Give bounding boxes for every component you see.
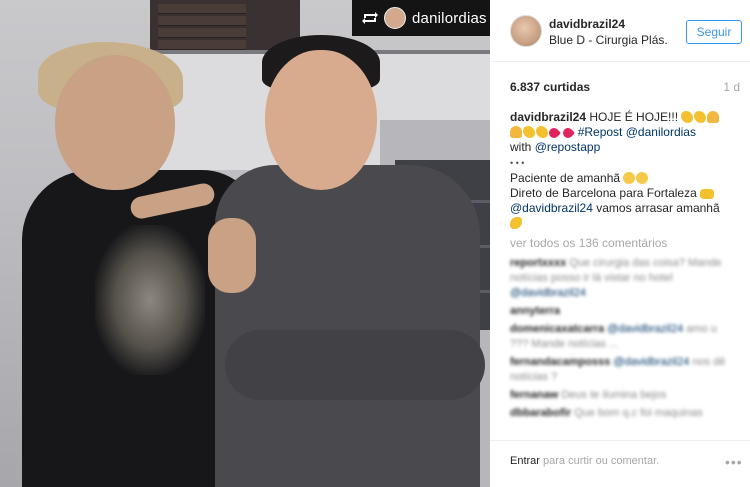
- login-link[interactable]: Entrar: [510, 455, 540, 467]
- mention-danilordias[interactable]: @danilordias: [626, 125, 696, 139]
- post-sidebar: davidbrazil24 Blue D - Cirurgia Plás... …: [490, 0, 750, 487]
- book: [158, 28, 246, 38]
- book: [158, 40, 246, 50]
- more-options-icon[interactable]: •••: [725, 455, 742, 469]
- hashtag-repost[interactable]: #Repost: [578, 125, 623, 139]
- comment-user[interactable]: reportxxxx: [510, 257, 566, 269]
- post-username[interactable]: davidbrazil24: [549, 17, 625, 31]
- book: [158, 16, 246, 26]
- scream-emoji-icon: [623, 172, 636, 184]
- comment-item: dbbarabofir Que bom q.c foi maquinas: [510, 406, 738, 421]
- caption-text: HOJE É HOJE!!!: [589, 110, 679, 124]
- view-all-comments-link[interactable]: ver todos os 136 comentários: [510, 236, 667, 250]
- repost-avatar: [384, 7, 406, 29]
- comment-item: fernanaw Deus te ilumina bejos: [510, 388, 738, 403]
- follow-button[interactable]: Seguir: [686, 20, 742, 44]
- repost-username: danilordias: [412, 9, 487, 27]
- caption-line-4: vamos arrasar amanhã: [596, 201, 720, 215]
- pray-emoji-icon: [707, 111, 720, 123]
- person-right-face: [265, 50, 377, 190]
- likes-row: 6.837 curtidas 1 d: [510, 80, 740, 96]
- clap-emoji-icon: [681, 111, 694, 123]
- comment-user[interactable]: dbbarabofir: [510, 407, 571, 419]
- with-text: with: [510, 140, 532, 154]
- comment-user[interactable]: fernanaw: [510, 389, 558, 401]
- book: [158, 4, 246, 14]
- post-footer: Entrar para curtir ou comentar. •••: [490, 440, 750, 487]
- clap-emoji-icon: [694, 111, 707, 123]
- pray-emoji-icon: [510, 126, 522, 138]
- hand-on-shoulder: [208, 218, 256, 293]
- clap-emoji-icon: [523, 126, 535, 138]
- comment-item: reportxxxx Que cirurgia das coisa? Mande…: [510, 256, 738, 301]
- comment-mention[interactable]: @davidbrazil24: [613, 356, 689, 368]
- caption-username[interactable]: davidbrazil24: [510, 110, 586, 124]
- likes-count[interactable]: 6.837 curtidas: [510, 80, 590, 94]
- comment-user[interactable]: domenicaxatcarra: [510, 323, 604, 335]
- comment-user[interactable]: fernandacamposss: [510, 356, 610, 368]
- caption-line-3: Direto de Barcelona para Fortaleza: [510, 186, 697, 200]
- repost-badge: danilordias: [352, 0, 490, 36]
- comment-item: annyterra: [510, 304, 738, 319]
- comments-list: reportxxxx Que cirurgia das coisa? Mande…: [510, 256, 738, 424]
- comment-user[interactable]: annyterra: [510, 305, 560, 317]
- comment-mention[interactable]: @davidbrazil24: [607, 323, 683, 335]
- comment-text: Deus te ilumina bejos: [561, 389, 667, 401]
- post-location[interactable]: Blue D - Cirurgia Plás...: [549, 33, 669, 47]
- comment-item: domenicaxatcarra @davidbrazil24 amo u ??…: [510, 322, 738, 352]
- caption: davidbrazil24 HOJE É HOJE!!! #Repost @da…: [510, 110, 735, 231]
- login-prompt-text: para curtir ou comentar.: [543, 455, 660, 467]
- crossed-arms: [225, 330, 485, 400]
- person-left-face: [55, 55, 175, 190]
- post-header: davidbrazil24 Blue D - Cirurgia Plás... …: [490, 0, 750, 62]
- caption-line-2: Paciente de amanhã: [510, 171, 621, 185]
- caption-dots: • • •: [510, 158, 525, 168]
- post-time[interactable]: 1 d: [723, 80, 740, 94]
- avatar[interactable]: [510, 15, 542, 47]
- pointing-emoji-icon: [700, 189, 715, 199]
- comment-text: Que bom q.c foi maquinas: [574, 407, 703, 419]
- repost-icon: [360, 8, 380, 28]
- mention-repostapp[interactable]: @repostapp: [535, 140, 601, 154]
- person-right-shirt: [215, 165, 480, 487]
- mention-davidbrazil24[interactable]: @davidbrazil24: [510, 201, 593, 215]
- heart-emoji-icon: [561, 125, 576, 141]
- clap-emoji-icon: [536, 126, 548, 138]
- heart-emoji-icon: [546, 125, 562, 141]
- comment-item: fernandacamposss @davidbrazil24 nos dê n…: [510, 355, 738, 385]
- comment-input[interactable]: Entrar para curtir ou comentar.: [510, 455, 710, 473]
- muscle-emoji-icon: [510, 217, 522, 229]
- scream-emoji-icon: [636, 172, 649, 184]
- comment-mention[interactable]: @davidbrazil24: [510, 287, 586, 299]
- post-photo[interactable]: danilordias: [0, 0, 490, 487]
- shirt-print: [95, 225, 205, 375]
